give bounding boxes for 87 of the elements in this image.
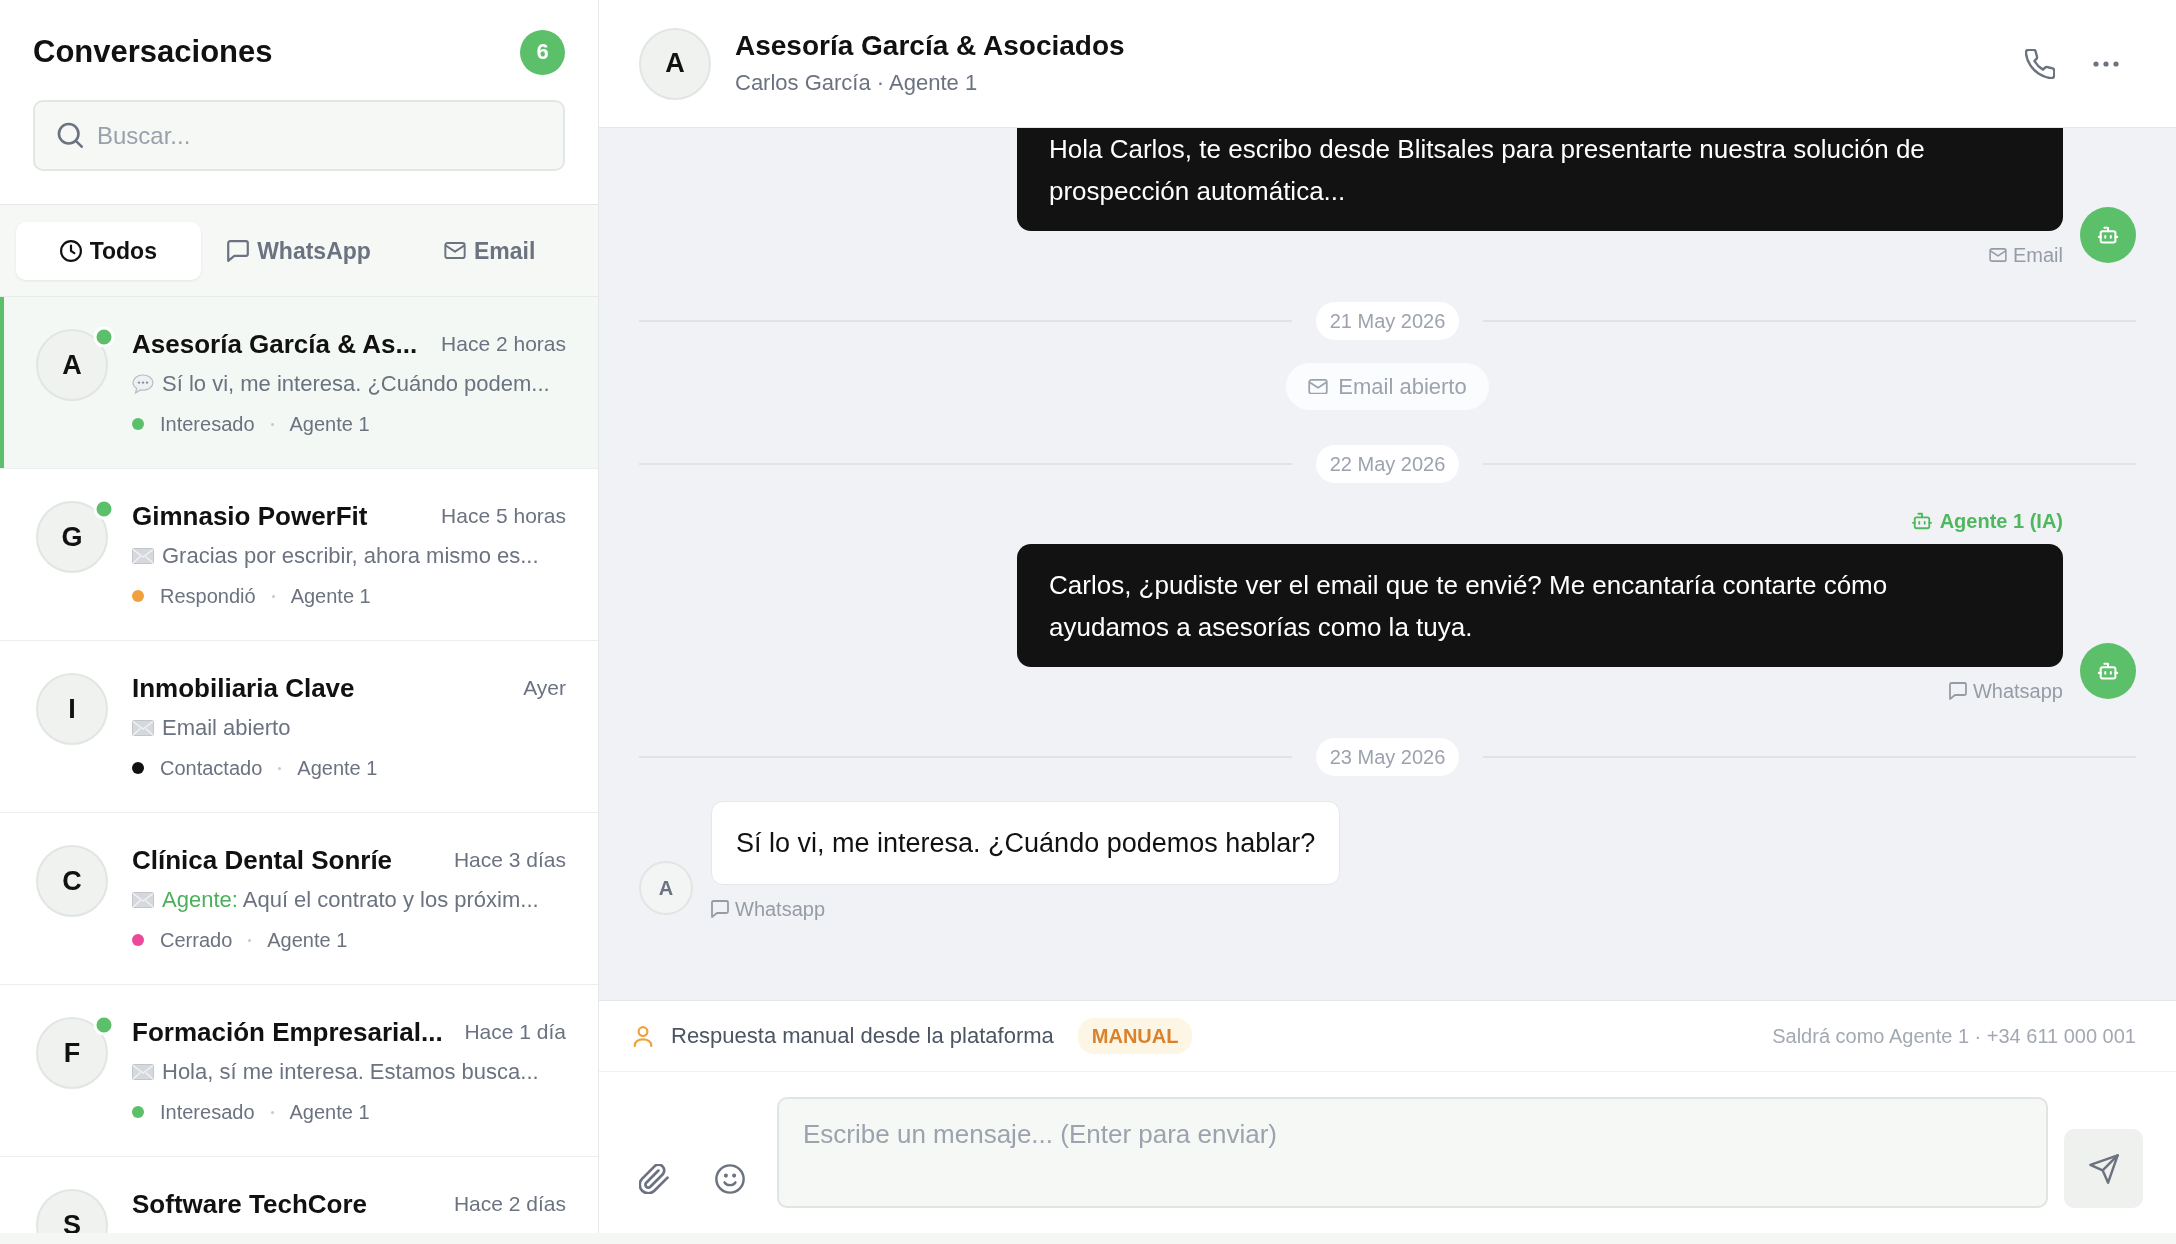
sidebar-title: Conversaciones bbox=[33, 34, 273, 70]
chat-bubble-icon bbox=[711, 900, 729, 918]
more-options-icon[interactable] bbox=[2093, 60, 2119, 67]
agent-label: Agente 1 bbox=[289, 1100, 370, 1124]
conversation-time: Hace 5 horas bbox=[441, 504, 566, 528]
contact-avatar: A bbox=[639, 27, 711, 100]
agent-label: Agente 1 bbox=[290, 584, 371, 608]
message-preview: Hola, sí me interesa. Estamos busca... bbox=[162, 1059, 539, 1085]
filter-tab[interactable]: Todos bbox=[16, 222, 201, 280]
message-preview: Sí lo vi, me interesa. ¿Cuándo podem... bbox=[162, 371, 550, 397]
filter-tab[interactable]: WhatsApp bbox=[206, 222, 392, 280]
message-bubble: Hola Carlos, te escribo desde Blitsales para presentarte nuestra solución de prospección automática... bbox=[1017, 128, 2063, 231]
conversation-name: Clínica Dental Sonríe bbox=[132, 844, 393, 876]
envelope-icon bbox=[132, 548, 154, 564]
status-label: Interesado bbox=[160, 412, 255, 436]
send-button[interactable] bbox=[2064, 1129, 2143, 1208]
envelope-icon bbox=[132, 892, 154, 908]
event-text: Email abierto bbox=[1338, 373, 1467, 400]
conversation-time: Ayer bbox=[523, 676, 566, 700]
status-label: Contactado bbox=[160, 756, 263, 780]
conversation-time: Hace 2 horas bbox=[441, 332, 566, 356]
message-preview: Agente: Aquí el contrato y los próxim... bbox=[162, 887, 539, 913]
phone-icon[interactable] bbox=[2025, 48, 2055, 79]
count-badge: 6 bbox=[520, 29, 565, 75]
mode-badge: MANUAL bbox=[1077, 1018, 1193, 1054]
robot-avatar-icon bbox=[2080, 643, 2136, 699]
search-icon bbox=[57, 122, 83, 148]
conversation-item[interactable]: S Software TechCore Hace 2 días bbox=[0, 1157, 598, 1233]
contact-name: Asesoría García & Asociados bbox=[735, 30, 1125, 62]
message-bubble: Sí lo vi, me interesa. ¿Cuándo podemos hablar? bbox=[711, 801, 1341, 885]
message-input[interactable]: Escribe un mensaje... (Enter para enviar) bbox=[777, 1097, 2048, 1208]
contact-avatar: A bbox=[639, 861, 693, 915]
conversation-time: Hace 3 días bbox=[453, 848, 566, 872]
clock-icon bbox=[59, 240, 82, 262]
conversation-item[interactable]: A Asesoría García & As... Hace 2 horas Sí lo vi, me interesa. ¿Cuándo podem... Interesado Agente 1 bbox=[0, 297, 598, 469]
conversation-item[interactable]: C Clínica Dental Sonríe Hace 3 días Agente: Aquí el contrato y los próxim... Cerrado Agente 1 bbox=[0, 813, 598, 985]
search-field[interactable]: Buscar... bbox=[33, 100, 565, 171]
date-chip: 23 May 2026 bbox=[1315, 738, 1460, 776]
conversation-time: Hace 2 días bbox=[453, 1192, 566, 1216]
conversation-name: Software TechCore bbox=[132, 1188, 367, 1220]
conversation-name: Inmobiliaria Clave bbox=[132, 672, 355, 704]
message-preview: Gracias por escribir, ahora mismo es... bbox=[162, 543, 539, 569]
channel-label: Whatsapp bbox=[1972, 679, 2063, 703]
message-bubble: Carlos, ¿pudiste ver el email que te envié? Me encantaría contarte cómo ayudamos a asesorías como la tuya. bbox=[1017, 544, 2063, 667]
conversation-name: Gimnasio PowerFit bbox=[132, 500, 368, 532]
filter-tab[interactable]: Email bbox=[397, 222, 582, 280]
agent-label: Agente 1 bbox=[297, 756, 378, 780]
contact-avatar: I bbox=[36, 673, 108, 745]
speech-balloon-icon bbox=[132, 374, 154, 394]
message-preview: Email abierto bbox=[162, 715, 291, 741]
smiley-icon[interactable] bbox=[715, 1164, 745, 1194]
reply-mode-text: Respuesta manual desde la plataforma bbox=[671, 1023, 1054, 1049]
contact-avatar: C bbox=[36, 845, 108, 917]
robot-avatar-icon bbox=[2080, 207, 2136, 263]
contact-subtitle: Carlos García · Agente 1 bbox=[735, 69, 978, 97]
envelope-icon bbox=[132, 720, 154, 736]
contact-avatar: A bbox=[36, 329, 108, 401]
status-label: Cerrado bbox=[160, 928, 233, 952]
conversation-item[interactable]: G Gimnasio PowerFit Hace 5 horas Gracias por escribir, ahora mismo es... Respondió Agente 1 bbox=[0, 469, 598, 641]
paperclip-icon[interactable] bbox=[639, 1164, 669, 1194]
chat-bubble-icon bbox=[227, 240, 250, 262]
agent-label: Agente 1 bbox=[289, 412, 370, 436]
contact-avatar: G bbox=[36, 501, 108, 573]
conversation-name: Formación Empresarial... bbox=[132, 1016, 443, 1048]
send-icon bbox=[2088, 1153, 2119, 1184]
envelope-icon bbox=[132, 1064, 154, 1080]
conversation-name: Asesoría García & As... bbox=[132, 328, 418, 360]
date-chip: 21 May 2026 bbox=[1315, 302, 1460, 340]
contact-avatar: S bbox=[36, 1189, 108, 1233]
conversation-time: Hace 1 día bbox=[464, 1020, 566, 1044]
conversation-item[interactable]: I Inmobiliaria Clave Ayer Email abierto Contactado Agente 1 bbox=[0, 641, 598, 813]
envelope-icon bbox=[1308, 378, 1329, 395]
channel-label: Whatsapp bbox=[735, 897, 826, 921]
conversation-item[interactable]: F Formación Empresarial... Hace 1 día Hola, sí me interesa. Estamos busca... Interesado Agente 1 bbox=[0, 985, 598, 1157]
envelope-icon bbox=[1989, 248, 2007, 262]
sender-name: Agente 1 (IA) bbox=[1939, 509, 2063, 533]
envelope-icon bbox=[443, 242, 466, 260]
date-chip: 22 May 2026 bbox=[1315, 445, 1460, 483]
status-label: Respondió bbox=[160, 584, 256, 608]
status-label: Interesado bbox=[160, 1100, 255, 1124]
robot-icon bbox=[1911, 511, 1932, 531]
agent-label: Agente 1 bbox=[267, 928, 348, 952]
sender-note: Saldrá como Agente 1 · +34 611 000 001 bbox=[1772, 1024, 2136, 1048]
chat-bubble-icon bbox=[1948, 682, 1967, 700]
contact-avatar: F bbox=[36, 1017, 108, 1089]
channel-label: Email bbox=[2013, 243, 2063, 267]
person-icon bbox=[632, 1025, 654, 1047]
